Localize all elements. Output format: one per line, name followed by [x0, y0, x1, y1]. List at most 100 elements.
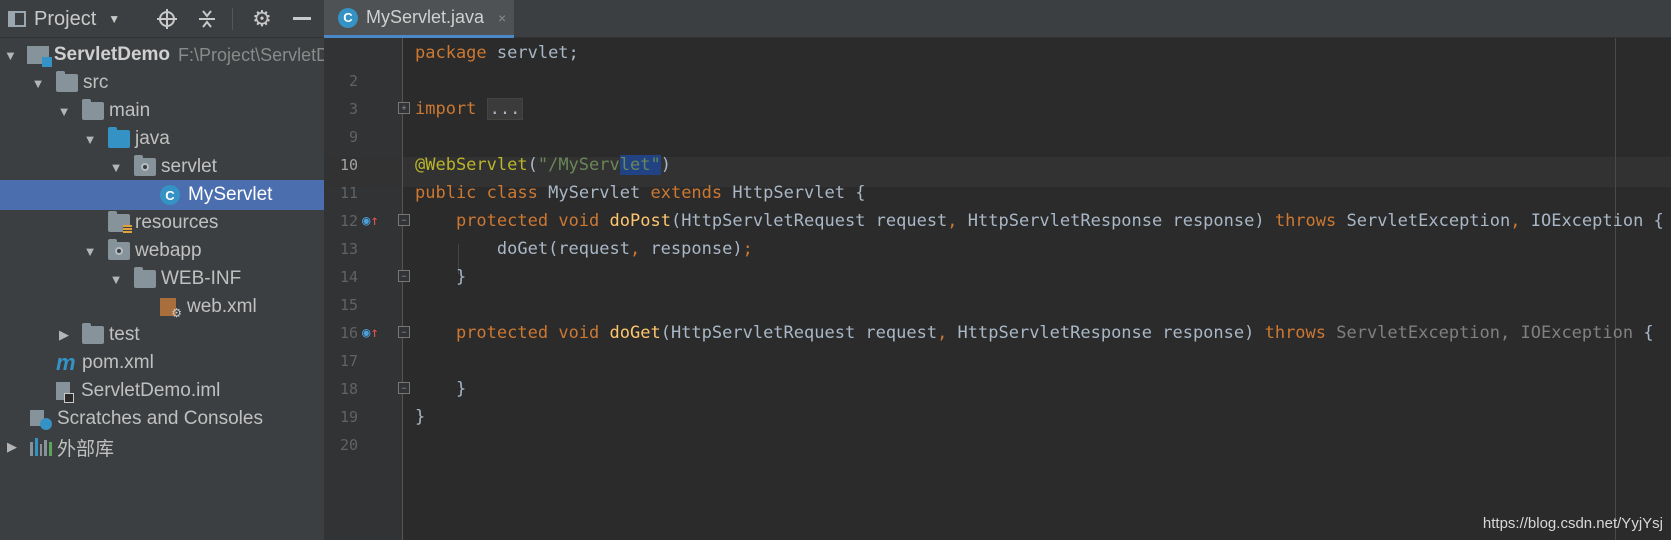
xml-file-icon	[160, 298, 182, 320]
project-view-dropdown[interactable]: Project ▼	[8, 0, 138, 38]
chevron-down-icon[interactable]: ▼	[4, 48, 17, 63]
close-icon[interactable]: ×	[498, 10, 506, 26]
tree-item-web-inf[interactable]: ▼ WEB-INF	[0, 264, 324, 294]
chevron-down-icon[interactable]: ▼	[82, 132, 98, 147]
line-number: 15	[339, 296, 358, 314]
tree-item-iml[interactable]: ▼ ServletDemo.iml	[0, 376, 324, 406]
tree-item-label: resources	[135, 212, 219, 233]
code-line: public class MyServlet extends HttpServl…	[415, 183, 866, 203]
code-line-current: @WebServlet("/MyServlet")	[415, 155, 671, 175]
tree-item-label: ServletDemo.iml	[81, 380, 221, 401]
tree-item-resources[interactable]: ▼ resources	[0, 208, 324, 238]
project-header: Project ▼ ⚙	[0, 0, 324, 38]
text-selection: let"	[619, 155, 661, 175]
fold-collapse-icon[interactable]: −	[398, 214, 410, 226]
package-icon	[134, 155, 156, 176]
tree-item-web-xml[interactable]: ▼ web.xml	[0, 292, 324, 322]
code-line: }	[455, 379, 467, 399]
code-line: protected void doPost(HttpServletRequest…	[455, 211, 1664, 231]
web-folder-icon	[108, 239, 130, 260]
tree-item-label: src	[83, 72, 109, 93]
line-number: 11	[339, 184, 358, 202]
iml-file-icon	[56, 382, 74, 403]
fold-end-icon[interactable]: −	[398, 382, 410, 394]
fold-end-icon[interactable]: −	[398, 270, 410, 282]
maven-icon: m	[56, 350, 76, 375]
tree-item-servlet-package[interactable]: ▼ servlet	[0, 152, 324, 182]
tree-item-myservlet[interactable]: ▼ C MyServlet	[0, 180, 324, 210]
module-icon	[26, 46, 52, 67]
code-line: package servlet;	[415, 43, 579, 63]
line-number: 14	[339, 268, 358, 286]
tree-item-scratches[interactable]: ▼ Scratches and Consoles	[0, 404, 324, 434]
scratches-icon	[30, 410, 52, 430]
locate-icon[interactable]	[150, 0, 184, 38]
tree-item-label: Scratches and Consoles	[57, 408, 263, 429]
chevron-down-icon[interactable]: ▼	[108, 160, 124, 175]
folder-icon	[82, 323, 104, 344]
tree-item-label: pom.xml	[82, 352, 154, 373]
chevron-down-icon: ▼	[108, 12, 121, 26]
tree-item-label: main	[109, 100, 151, 121]
fold-expand-icon[interactable]: +	[398, 102, 410, 114]
tree-item-label: ServletDemo	[53, 44, 171, 65]
tree-item-label: servlet	[161, 156, 217, 177]
chevron-right-icon[interactable]: ▶	[4, 439, 20, 455]
watermark-url: https://blog.csdn.net/YyjYsj	[1482, 515, 1663, 532]
collapse-all-icon[interactable]	[190, 0, 224, 38]
tab-myservlet-java[interactable]: C MyServlet.java ×	[324, 0, 514, 38]
tree-item-label: webapp	[135, 240, 202, 261]
library-icon	[30, 438, 52, 456]
code-line: }	[415, 407, 426, 427]
tree-item-label: web.xml	[187, 296, 257, 317]
line-number: 3	[348, 100, 358, 118]
tree-item-test[interactable]: ▶ test	[0, 320, 324, 350]
folder-icon	[56, 71, 78, 92]
project-view-label: Project	[34, 7, 97, 30]
tree-item-main[interactable]: ▼ main	[0, 96, 324, 126]
folder-icon	[134, 267, 156, 288]
chevron-down-icon[interactable]: ▼	[108, 272, 124, 287]
hide-panel-icon[interactable]	[285, 0, 319, 38]
folded-imports[interactable]: ...	[486, 98, 524, 120]
settings-gear-icon[interactable]: ⚙	[245, 0, 279, 38]
code-line: protected void doGet(HttpServletRequest …	[455, 323, 1654, 343]
folder-icon	[82, 99, 104, 120]
tree-item-label: java	[135, 128, 170, 149]
code-line: import ...	[415, 94, 524, 124]
project-tool-window: Project ▼ ⚙ ▼ ServletDemo F:\Project\Ser…	[0, 0, 364, 540]
project-view-icon	[8, 11, 26, 27]
override-method-icon[interactable]: ◉↑	[362, 318, 379, 348]
line-number: 2	[348, 72, 358, 90]
tree-item-servletdemo[interactable]: ▼ ServletDemo F:\Project\ServletDemo	[0, 40, 364, 70]
line-number: 16	[339, 324, 358, 342]
source-folder-icon	[108, 127, 130, 148]
java-class-icon: C	[160, 185, 180, 205]
tree-item-java[interactable]: ▼ java	[0, 124, 324, 154]
fold-collapse-icon[interactable]: −	[398, 326, 410, 338]
tree-item-webapp[interactable]: ▼ webapp	[0, 236, 324, 266]
tree-item-src[interactable]: ▼ src	[0, 68, 324, 98]
code-line: }	[455, 267, 467, 287]
line-number: 18	[339, 380, 358, 398]
tree-item-pom-xml[interactable]: ▼ m pom.xml	[0, 348, 324, 378]
chevron-down-icon[interactable]: ▼	[56, 104, 72, 119]
editor-tab-bar: C MyServlet.java ×	[324, 0, 1671, 38]
resources-folder-icon	[108, 211, 132, 234]
code-line: doGet(request, response);	[496, 239, 753, 259]
chevron-right-icon[interactable]: ▶	[56, 327, 72, 343]
java-class-icon: C	[338, 7, 358, 28]
tree-item-external-libraries[interactable]: ▶ 外部库	[0, 432, 324, 462]
line-number: 19	[339, 408, 358, 426]
tree-item-label: 外部库	[57, 438, 115, 460]
line-number: 20	[339, 436, 358, 454]
line-number: 9	[348, 128, 358, 146]
tree-item-label: test	[109, 324, 140, 345]
line-number-current: 10	[339, 156, 358, 174]
override-method-icon[interactable]: ◉↑	[362, 206, 379, 236]
chevron-down-icon[interactable]: ▼	[30, 76, 46, 91]
tree-item-label: WEB-INF	[161, 268, 242, 289]
chevron-down-icon[interactable]: ▼	[82, 244, 98, 259]
tab-label: MyServlet.java	[366, 7, 485, 27]
code-editor[interactable]	[403, 38, 1671, 540]
